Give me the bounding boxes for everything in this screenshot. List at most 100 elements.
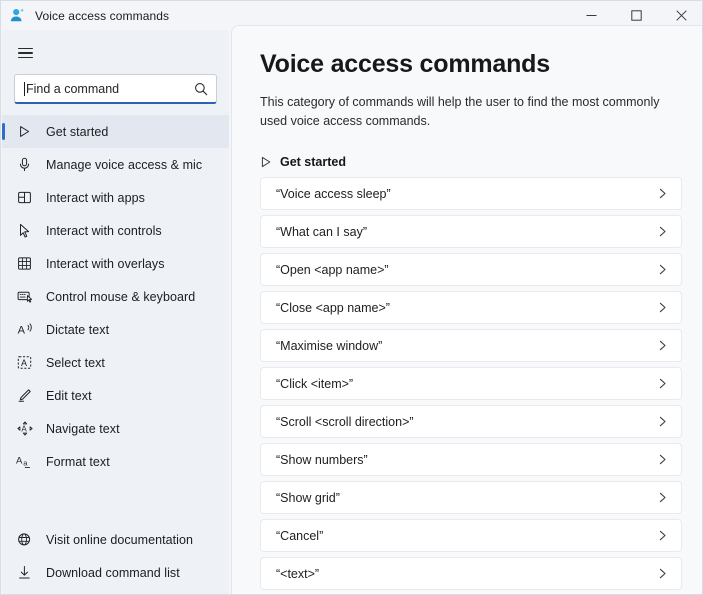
- command-label: “Cancel”: [276, 528, 324, 543]
- sidebar-item-label: Format text: [46, 454, 110, 469]
- select-a-box-icon: A: [15, 353, 34, 372]
- search-input[interactable]: Find a command: [14, 74, 217, 104]
- keyboard-mouse-icon: [15, 287, 34, 306]
- search-placeholder: Find a command: [26, 81, 120, 96]
- sidebar-item-label: Control mouse & keyboard: [46, 289, 196, 304]
- sidebar-item-label: Select text: [46, 355, 105, 370]
- hamburger-line: [17, 52, 33, 54]
- sidebar-item-interact-with-apps[interactable]: Interact with apps: [2, 181, 229, 214]
- sidebar-item-interact-with-overlays[interactable]: Interact with overlays: [2, 247, 229, 280]
- cursor-arrow-icon: [15, 221, 34, 240]
- globe-icon: [15, 530, 34, 549]
- navigate-a-arrows-icon: A: [15, 419, 34, 438]
- sidebar-item-interact-with-controls[interactable]: Interact with controls: [2, 214, 229, 247]
- command-label: “Show grid”: [276, 490, 340, 505]
- main-content-pane: Voice access commands This category of c…: [231, 25, 702, 594]
- sidebar-item-dictate-text[interactable]: A Dictate text: [2, 313, 229, 346]
- command-label: “Voice access sleep”: [276, 186, 391, 201]
- chevron-right-icon[interactable]: [657, 492, 668, 503]
- sidebar-item-control-mouse-keyboard[interactable]: Control mouse & keyboard: [2, 280, 229, 313]
- dictate-a-icon: A: [15, 320, 34, 339]
- command-label: “What can I say”: [276, 224, 367, 239]
- sidebar-item-label: Navigate text: [46, 421, 120, 436]
- command-row[interactable]: “Scroll <scroll direction>”: [260, 405, 682, 438]
- svg-text:A: A: [21, 358, 27, 368]
- chevron-right-icon[interactable]: [657, 226, 668, 237]
- command-row[interactable]: “What can I say”: [260, 215, 682, 248]
- chevron-right-icon[interactable]: [657, 188, 668, 199]
- sidebar-item-download-command-list[interactable]: Download command list: [2, 556, 229, 589]
- sidebar-item-label: Get started: [46, 124, 109, 139]
- chevron-right-icon[interactable]: [657, 264, 668, 275]
- microphone-icon: [15, 155, 34, 174]
- section-header-get-started: Get started: [260, 155, 682, 169]
- command-row[interactable]: “Show numbers”: [260, 443, 682, 476]
- grid-overlay-icon: [15, 254, 34, 273]
- hamburger-menu-icon[interactable]: [8, 38, 42, 68]
- chevron-right-icon[interactable]: [657, 302, 668, 313]
- search-container: Find a command: [14, 74, 217, 104]
- sidebar-item-label: Edit text: [46, 388, 92, 403]
- command-row[interactable]: “<text>”: [260, 557, 682, 590]
- page-title: Voice access commands: [260, 50, 550, 78]
- chevron-right-icon[interactable]: [657, 378, 668, 389]
- sidebar-item-label: Manage voice access & mic: [46, 157, 203, 172]
- sidebar-item-manage-voice-access-mic[interactable]: Manage voice access & mic: [2, 148, 229, 181]
- command-row[interactable]: “Close <app name>”: [260, 291, 682, 324]
- play-triangle-icon: [15, 122, 34, 141]
- chevron-right-icon[interactable]: [657, 454, 668, 465]
- svg-text:A: A: [21, 424, 27, 433]
- sidebar-item-label: Visit online documentation: [46, 532, 193, 547]
- sidebar-item-visit-online-documentation[interactable]: Visit online documentation: [2, 523, 229, 556]
- command-label: “Close <app name>”: [276, 300, 390, 315]
- command-label: “Open <app name>”: [276, 262, 389, 277]
- apps-grid-icon: [15, 188, 34, 207]
- text-caret: [24, 81, 25, 96]
- chevron-right-icon[interactable]: [657, 568, 668, 579]
- command-label: “Show numbers”: [276, 452, 368, 467]
- command-row[interactable]: “Voice access sleep”: [260, 177, 682, 210]
- command-label: “Scroll <scroll direction>”: [276, 414, 414, 429]
- sidebar-item-format-text[interactable]: A a Format text: [2, 445, 229, 478]
- main-content-inner: Voice access commands This category of c…: [232, 26, 702, 590]
- hamburger-line: [17, 47, 33, 50]
- edit-pencil-icon: [15, 386, 34, 405]
- voice-access-person-icon: [9, 7, 26, 24]
- command-row[interactable]: “Open <app name>”: [260, 253, 682, 286]
- sidebar-nav: Get started Manage voice access & mic In…: [2, 115, 229, 478]
- chevron-right-icon[interactable]: [657, 340, 668, 351]
- command-label: “Click <item>”: [276, 376, 354, 391]
- chevron-right-icon[interactable]: [657, 416, 668, 427]
- chevron-right-icon[interactable]: [657, 530, 668, 541]
- sidebar-item-get-started[interactable]: Get started: [2, 115, 229, 148]
- command-label: “Maximise window”: [276, 338, 383, 353]
- command-row[interactable]: “Click <item>”: [260, 367, 682, 400]
- download-icon: [15, 563, 34, 582]
- title-bar-left: Voice access commands: [1, 7, 569, 24]
- sidebar-item-select-text[interactable]: A Select text: [2, 346, 229, 379]
- sidebar: Find a command Get started Manage voice …: [2, 30, 229, 594]
- command-list: “Voice access sleep” “What can I say” “O…: [260, 177, 682, 590]
- sidebar-item-label: Dictate text: [46, 322, 110, 337]
- svg-text:A: A: [16, 456, 23, 467]
- window-title: Voice access commands: [35, 8, 170, 23]
- sidebar-item-label: Download command list: [46, 565, 180, 580]
- command-row[interactable]: “Maximise window”: [260, 329, 682, 362]
- sidebar-item-navigate-text[interactable]: A Navigate text: [2, 412, 229, 445]
- play-triangle-icon: [260, 156, 272, 168]
- sidebar-item-label: Interact with overlays: [46, 256, 165, 271]
- page-description: This category of commands will help the …: [260, 95, 660, 128]
- sidebar-item-label: Interact with apps: [46, 190, 145, 205]
- sidebar-item-edit-text[interactable]: Edit text: [2, 379, 229, 412]
- svg-text:A: A: [17, 325, 25, 337]
- search-icon[interactable]: [194, 82, 208, 96]
- section-title: Get started: [280, 155, 346, 169]
- command-label: “<text>”: [276, 566, 320, 581]
- sidebar-bottom-nav: Visit online documentation Download comm…: [2, 523, 229, 589]
- command-row[interactable]: “Cancel”: [260, 519, 682, 552]
- voice-access-commands-window: Voice access commands Find a command Get…: [0, 0, 703, 595]
- hamburger-line: [17, 56, 33, 59]
- sidebar-item-label: Interact with controls: [46, 223, 162, 238]
- command-row[interactable]: “Show grid”: [260, 481, 682, 514]
- svg-text:a: a: [23, 458, 28, 467]
